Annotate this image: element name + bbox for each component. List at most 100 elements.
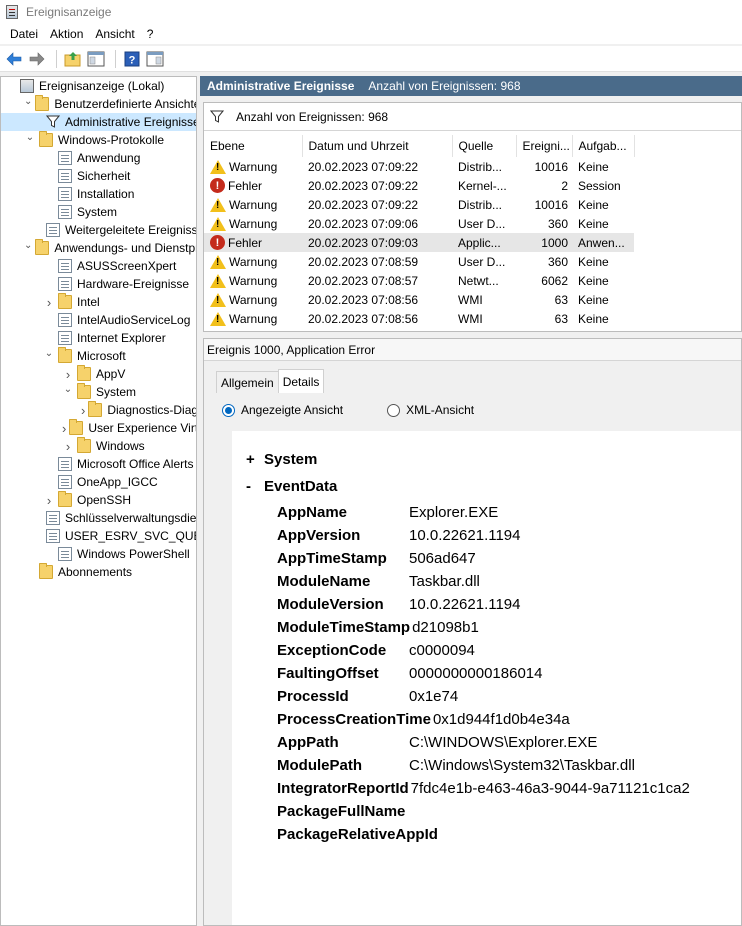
back-arrow-icon[interactable]	[4, 49, 24, 69]
tree-item[interactable]: IntelAudioServiceLog	[1, 311, 196, 329]
tree-item[interactable]: › OpenSSH	[1, 491, 196, 509]
table-row[interactable]: ! Fehler 20.02.2023 07:09:03 Applic... 1000 A…	[204, 233, 634, 252]
chevron-right-icon[interactable]: ›	[62, 421, 66, 436]
event-data-row: IntegratorReportId 7fdc4e1b-e463-46a3-904…	[277, 777, 690, 799]
menu-datei[interactable]: Datei	[4, 27, 44, 41]
chevron-down-icon[interactable]: ⌄	[24, 95, 32, 107]
system-section[interactable]: + System	[246, 451, 317, 468]
chevron-down-icon[interactable]: ⌄	[24, 131, 36, 143]
event-id-cell: 63	[554, 311, 568, 326]
event-id-cell: 10016	[534, 159, 568, 174]
up-folder-icon[interactable]	[63, 49, 83, 69]
column-header-event-id[interactable]: Ereigni...	[516, 135, 573, 157]
tree-item[interactable]: Microsoft Office Alerts	[1, 455, 196, 473]
table-row[interactable]: Warnung 20.02.2023 07:09:22 Distrib... 1001…	[204, 195, 634, 214]
table-row[interactable]: ! Fehler 20.02.2023 07:09:22 Kernel-... 2 Ses…	[204, 176, 634, 195]
tree-item-label: Windows-Protokolle	[58, 133, 165, 147]
chevron-right-icon[interactable]: ›	[43, 493, 55, 508]
event-data-value: 0x1d944f1d0b4e34a	[432, 710, 570, 728]
tree-item[interactable]: Anwendung	[1, 149, 196, 167]
chevron-down-icon[interactable]: ⌄	[43, 347, 55, 359]
tree-item[interactable]: Installation	[1, 185, 196, 203]
tree-item[interactable]: System	[1, 203, 196, 221]
tab-allgemein[interactable]: Allgemein	[216, 371, 279, 393]
tab-details[interactable]: Details	[277, 369, 325, 393]
svg-text:?: ?	[129, 54, 136, 66]
tree-item[interactable]: ⌄ Benutzerdefinierte Ansichten	[1, 95, 196, 113]
xml-view-radio[interactable]	[387, 403, 401, 417]
tree-item[interactable]: Sicherheit	[1, 167, 196, 185]
tree-item[interactable]: › AppV	[1, 365, 196, 383]
tree-item[interactable]: › Intel	[1, 293, 196, 311]
table-row[interactable]: Warnung 20.02.2023 07:08:56 WMI 63 Keine	[204, 309, 634, 328]
table-row[interactable]: Warnung 20.02.2023 07:08:59 User D... 360 Ke…	[204, 252, 634, 271]
menu-aktion[interactable]: Aktion	[44, 27, 89, 41]
tree-item-label: User Experience Virtualization	[88, 421, 196, 435]
warning-icon	[210, 159, 226, 174]
tree-item[interactable]: › Diagnostics-Diagnostics	[1, 401, 196, 419]
tree-item[interactable]: Administrative Ereignisse	[1, 113, 196, 131]
tree-item[interactable]: Schlüsselverwaltungsdienst	[1, 509, 196, 527]
menu-help[interactable]: ?	[141, 27, 160, 41]
level-cell: Warnung	[204, 157, 302, 176]
forward-arrow-icon[interactable]	[27, 49, 47, 69]
tree-item[interactable]: USER_ESRV_SVC_QUEENCREEK	[1, 527, 196, 545]
tree-item[interactable]: OneApp_IGCC	[1, 473, 196, 491]
tree-item[interactable]: ASUSScreenXpert	[1, 257, 196, 275]
event-data-key: ModuleVersion	[277, 595, 384, 613]
expand-toggle-icon[interactable]: +	[246, 451, 264, 468]
show-hide-tree-icon[interactable]	[86, 49, 106, 69]
friendly-view-radio[interactable]	[222, 403, 235, 417]
toolbar-separator	[115, 49, 116, 68]
collapse-toggle-icon[interactable]: -	[246, 478, 264, 495]
event-data-row: ModuleName Taskbar.dll	[277, 570, 480, 592]
level-wrap: Warnung	[210, 311, 302, 326]
friendly-view-label[interactable]: Angezeigte Ansicht	[241, 403, 343, 417]
tree-item-label: Administrative Ereignisse	[65, 115, 197, 129]
chevron-down-icon[interactable]: ⌄	[62, 383, 74, 395]
table-row[interactable]: Warnung 20.02.2023 07:08:56 WMI 63 Keine	[204, 290, 634, 309]
tree-item[interactable]: Windows PowerShell	[1, 545, 196, 563]
chevron-right-icon[interactable]: ›	[43, 295, 55, 310]
event-viewer-icon	[6, 5, 18, 19]
chevron-right-icon[interactable]: ›	[62, 367, 74, 382]
chevron-right-icon[interactable]: ›	[81, 403, 85, 418]
tree-item[interactable]: Abonnements	[1, 563, 196, 581]
tree-item[interactable]: ⌄ Windows-Protokolle	[1, 131, 196, 149]
event-data-value: Taskbar.dll	[409, 572, 480, 590]
tree-item[interactable]: ⌄ Microsoft	[1, 347, 196, 365]
menu-bar: Datei Aktion Ansicht ?	[0, 24, 742, 44]
tree-item[interactable]: ⌄ Anwendungs- und Dienstprotokolle	[1, 239, 196, 257]
tree-item[interactable]: Ereignisanzeige (Lokal)	[1, 77, 196, 95]
action-pane-icon[interactable]	[145, 49, 165, 69]
event-id-cell: 360	[547, 216, 568, 231]
menu-ansicht[interactable]: Ansicht	[89, 27, 140, 41]
tree-item[interactable]: Hardware-Ereignisse	[1, 275, 196, 293]
event-data-row: ProcessId 0x1e74	[277, 685, 458, 707]
column-header-level[interactable]: Ebene	[204, 135, 303, 157]
event-data-row: AppPath C:\WINDOWS\Explorer.EXE	[277, 731, 597, 753]
folder-icon	[58, 293, 72, 309]
help-icon[interactable]: ?	[122, 49, 142, 69]
chevron-right-icon[interactable]: ›	[62, 439, 74, 454]
column-header-source[interactable]: Quelle	[452, 135, 517, 157]
level-wrap: Warnung	[210, 159, 302, 174]
log-icon	[58, 331, 72, 345]
chevron-down-icon[interactable]: ⌄	[24, 239, 32, 251]
tree-item-label: Sicherheit	[77, 169, 131, 183]
table-row[interactable]: Warnung 20.02.2023 07:08:57 Netwt... 6062 Ke…	[204, 271, 634, 290]
eventdata-section[interactable]: - EventData	[246, 478, 337, 495]
level-label: Warnung	[229, 273, 278, 288]
column-header-task[interactable]: Aufgab...	[572, 135, 635, 157]
tree-item[interactable]: ⌄ System	[1, 383, 196, 401]
tree-item[interactable]: Weitergeleitete Ereignisse	[1, 221, 196, 239]
table-row[interactable]: Warnung 20.02.2023 07:09:22 Distrib... 1001…	[204, 157, 634, 176]
tree-item[interactable]: Internet Explorer	[1, 329, 196, 347]
tree-item[interactable]: › Windows	[1, 437, 196, 455]
xml-view-label[interactable]: XML-Ansicht	[406, 403, 474, 417]
column-header-date[interactable]: Datum und Uhrzeit	[302, 135, 453, 157]
tree-item[interactable]: › User Experience Virtualization	[1, 419, 196, 437]
table-row[interactable]: Warnung 20.02.2023 07:09:06 User D... 360 Ke…	[204, 214, 634, 233]
level-wrap: ! Fehler	[210, 235, 302, 250]
toolbar: ?	[0, 46, 742, 72]
